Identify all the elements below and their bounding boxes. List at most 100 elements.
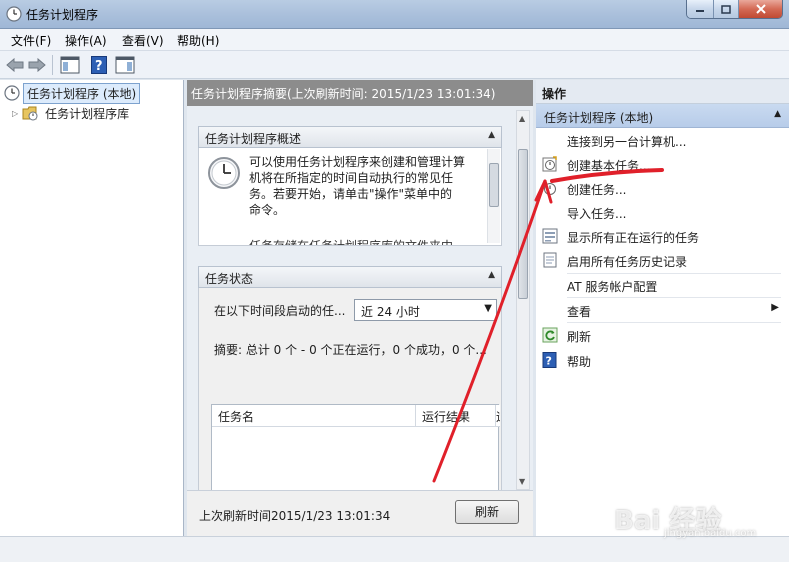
svg-text:?: ? — [95, 59, 103, 74]
action-at-service-config[interactable]: AT 服务帐户配置 — [536, 273, 789, 297]
overview-line: 命令。 — [249, 203, 286, 217]
maximize-button[interactable] — [713, 0, 738, 18]
clock-icon — [4, 85, 20, 101]
refresh-icon — [542, 327, 558, 343]
baidu-watermark: Bai 经验 jingyan.baidu.com — [606, 480, 782, 540]
action-label: 启用所有任务历史记录 — [567, 255, 688, 269]
actions-header: 操作 — [536, 80, 789, 104]
summary-scrollbar-thumb[interactable] — [518, 149, 528, 299]
overview-line: 任务存储在任务计划程序库的文件夹中 — [249, 239, 454, 246]
show-hide-console-tree-button[interactable] — [58, 55, 82, 75]
actions-group-header[interactable]: 任务计划程序 (本地) ▲ — [536, 104, 789, 128]
task-summary: 摘要: 总计 0 个 - 0 个正在运行，0 个成功，0 个... — [214, 343, 487, 357]
svg-text:?: ? — [546, 355, 552, 368]
action-label: 刷新 — [567, 330, 592, 344]
action-label: 创建任务... — [567, 183, 627, 197]
overview-section-header[interactable]: 任务计划程序概述 ▲ — [198, 126, 502, 148]
folder-clock-icon — [22, 105, 38, 121]
action-connect-computer[interactable]: 连接到另一台计算机... — [536, 128, 789, 152]
action-label: 查看 — [567, 305, 592, 319]
toolbar: ? — [0, 51, 789, 79]
minimize-icon — [696, 10, 704, 12]
overview-line: 务。若要开始，请单击"操作"菜单中的 — [249, 187, 453, 201]
action-help[interactable]: ? 帮助 — [536, 348, 789, 372]
actions-pane: 操作 任务计划程序 (本地) ▲ 连接到另一台计算机... 创建基本任务... … — [536, 80, 789, 536]
tree-item-root[interactable]: 任务计划程序 (本地) — [4, 82, 141, 104]
window-title: 任务计划程序 — [26, 8, 99, 22]
console-tree: 任务计划程序 (本地) ▷ 任务计划程序库 — [0, 80, 184, 536]
column-header-task-name[interactable]: 任务名 — [212, 405, 416, 427]
forward-button[interactable] — [27, 55, 47, 75]
window-controls — [686, 0, 783, 19]
title-bar: 任务计划程序 — [0, 0, 789, 29]
action-label: 创建基本任务... — [567, 159, 651, 173]
overview-line: 机将在所指定的时间自动执行的常见任 — [249, 171, 454, 185]
close-button[interactable] — [738, 0, 782, 18]
summary-scroll-area: 任务计划程序概述 ▲ 可以使用任务计划程序来创建和管理计算 机将在所指定的时间自… — [187, 106, 533, 510]
action-view[interactable]: 查看 ▶ — [536, 298, 789, 322]
help-button[interactable]: ? — [89, 55, 109, 75]
collapse-up-icon[interactable]: ▲ — [488, 130, 495, 140]
menu-view[interactable]: 查看(V) — [122, 32, 164, 49]
action-pane-icon — [115, 56, 135, 74]
history-icon — [542, 252, 558, 268]
column-header-run-result[interactable]: 运行结果 — [416, 405, 496, 427]
menu-bar: 文件(F) 操作(A) 查看(V) 帮助(H) — [0, 29, 789, 51]
action-label: 导入任务... — [567, 207, 627, 221]
refresh-button[interactable]: 刷新 — [455, 500, 519, 524]
overview-scrollbar-thumb[interactable] — [489, 163, 499, 207]
action-import-task[interactable]: 导入任务... — [536, 200, 789, 224]
summary-footer: 上次刷新时间2015/1/23 13:01:34 刷新 — [187, 490, 533, 536]
submenu-arrow-icon: ▶ — [771, 302, 779, 313]
tree-item-library[interactable]: ▷ 任务计划程序库 — [12, 103, 133, 123]
overview-section: 任务计划程序概述 ▲ 可以使用任务计划程序来创建和管理计算 机将在所指定的时间自… — [198, 126, 502, 246]
toolbar-separator — [52, 55, 53, 75]
collapse-up-icon[interactable]: ▲ — [488, 270, 495, 280]
back-button[interactable] — [5, 55, 25, 75]
running-tasks-icon — [542, 228, 558, 244]
forward-arrow-icon — [28, 58, 46, 72]
action-label: 帮助 — [567, 355, 592, 369]
summary-header: 任务计划程序摘要(上次刷新时间: 2015/1/23 13:01:34) — [187, 80, 533, 106]
overview-line: 可以使用任务计划程序来创建和管理计算 — [249, 155, 466, 169]
watermark-url: jingyan.baidu.com — [664, 528, 757, 539]
action-enable-history[interactable]: 启用所有任务历史记录 — [536, 248, 789, 272]
action-create-basic-task[interactable]: 创建基本任务... — [536, 152, 789, 176]
overview-body: 可以使用任务计划程序来创建和管理计算 机将在所指定的时间自动执行的常见任 务。若… — [198, 148, 502, 246]
minimize-button[interactable] — [687, 0, 713, 18]
column-header-run[interactable]: 运 — [496, 405, 500, 427]
tree-item-library-label: 任务计划程序库 — [45, 106, 130, 121]
summary-scrollbar[interactable]: ▲ ▼ — [516, 110, 530, 490]
tree-item-root-label: 任务计划程序 (本地) — [23, 82, 141, 104]
clock-icon — [207, 156, 241, 193]
menu-action[interactable]: 操作(A) — [65, 32, 107, 49]
action-refresh[interactable]: 刷新 — [536, 323, 789, 347]
menu-help[interactable]: 帮助(H) — [177, 32, 219, 49]
period-select[interactable]: 近 24 小时 ▼ — [354, 299, 497, 321]
action-create-task[interactable]: 创建任务... — [536, 176, 789, 200]
create-task-icon — [542, 180, 558, 196]
console-tree-icon — [60, 56, 80, 74]
action-label: 显示所有正在运行的任务 — [567, 231, 700, 245]
task-status-section-header[interactable]: 任务状态 ▲ — [198, 266, 502, 288]
expand-arrow-icon[interactable]: ▷ — [12, 109, 18, 118]
close-icon — [755, 4, 766, 14]
overview-scrollbar[interactable] — [487, 149, 500, 243]
task-status-section-title: 任务状态 — [205, 272, 254, 286]
task-status-section: 任务状态 ▲ 在以下时间段启动的任... 近 24 小时 ▼ 摘要: 总计 0 … — [198, 266, 502, 510]
period-label: 在以下时间段启动的任... — [214, 304, 346, 318]
help-icon: ? — [542, 352, 558, 368]
action-label: AT 服务帐户配置 — [567, 280, 658, 294]
action-show-running-tasks[interactable]: 显示所有正在运行的任务 — [536, 224, 789, 248]
menu-file[interactable]: 文件(F) — [11, 32, 51, 49]
summary-pane: 任务计划程序摘要(上次刷新时间: 2015/1/23 13:01:34) 任务计… — [187, 80, 533, 536]
basic-task-icon — [542, 156, 558, 172]
help-icon: ? — [91, 56, 107, 74]
scroll-down-icon[interactable]: ▼ — [519, 477, 525, 486]
last-refresh-text: 上次刷新时间2015/1/23 13:01:34 — [199, 509, 391, 523]
actions-group-title: 任务计划程序 (本地) — [544, 111, 654, 125]
back-arrow-icon — [6, 58, 24, 72]
collapse-up-icon[interactable]: ▲ — [774, 109, 781, 119]
scroll-up-icon[interactable]: ▲ — [519, 114, 525, 123]
show-hide-action-pane-button[interactable] — [113, 55, 137, 75]
